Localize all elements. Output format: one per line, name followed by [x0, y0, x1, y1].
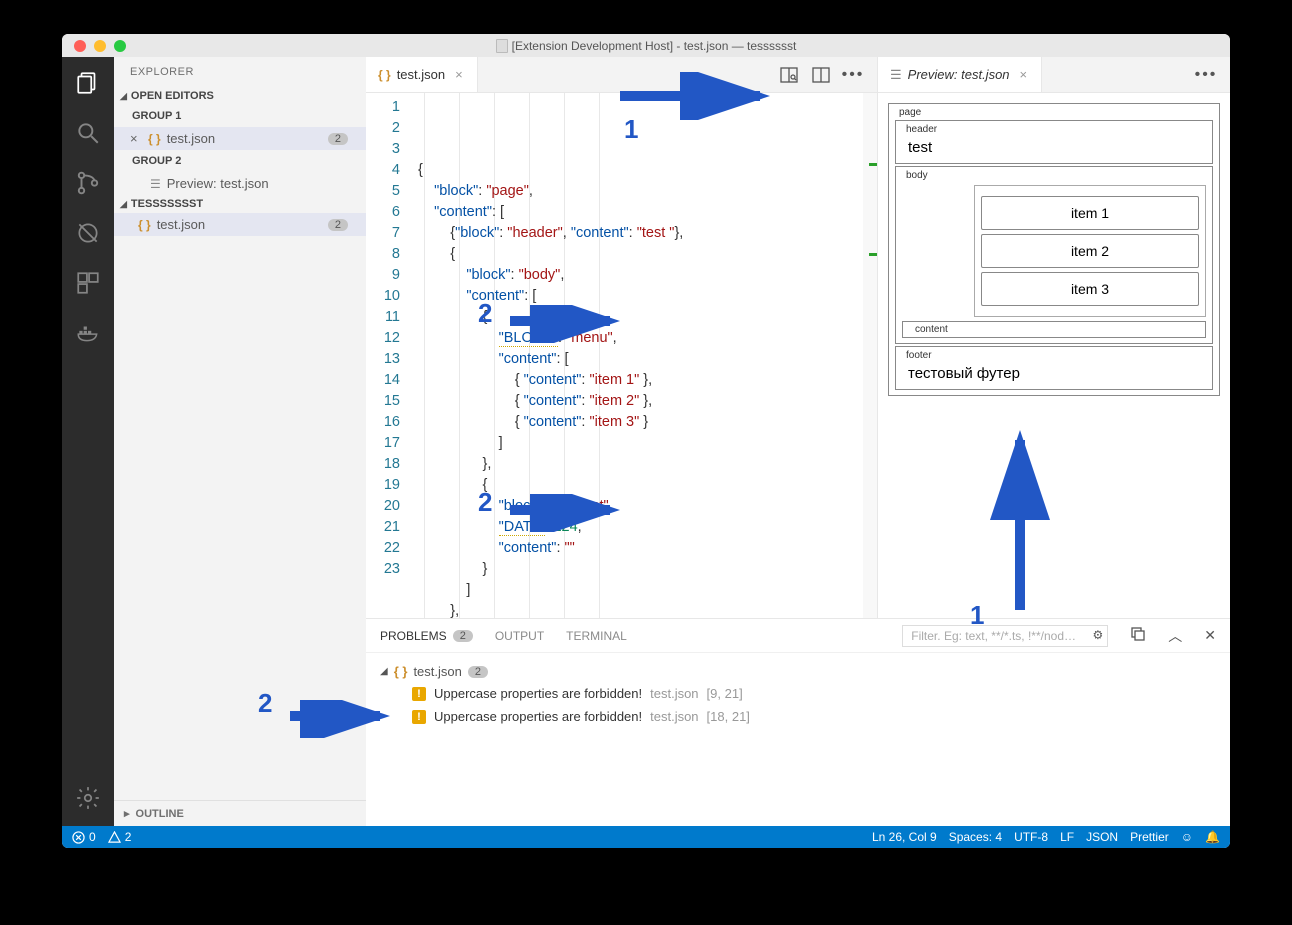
preview-header-block: header test — [895, 120, 1213, 164]
warning-icon: ! — [412, 687, 426, 701]
warning-icon: ! — [412, 710, 426, 724]
json-icon: { } — [148, 132, 161, 146]
document-icon — [496, 39, 508, 53]
open-editors-header[interactable]: ◢OPEN EDITORS — [114, 87, 366, 105]
tab-bar: ☰ Preview: test.json × ••• — [878, 57, 1230, 93]
problems-badge: 2 — [328, 133, 348, 145]
open-editor-file[interactable]: ☰ Preview: test.json — [114, 172, 366, 195]
maximize-window-button[interactable] — [114, 40, 126, 52]
problems-filter-input[interactable]: Filter. Eg: text, **/*.ts, !**/nod…⚙ — [902, 625, 1108, 647]
problems-tab[interactable]: PROBLEMS2 — [380, 629, 473, 643]
notifications-bell-icon[interactable]: 🔔 — [1205, 830, 1220, 844]
outline-section[interactable]: ▸OUTLINE — [114, 800, 366, 826]
status-warnings[interactable]: 2 — [108, 830, 132, 844]
split-editor-icon[interactable] — [811, 65, 831, 85]
close-tab-icon[interactable]: × — [1016, 67, 1032, 82]
json-icon: { } — [394, 664, 408, 679]
titlebar: [Extension Development Host] - test.json… — [62, 34, 1230, 57]
preview-item: item 2 — [981, 234, 1199, 268]
bottom-panel: PROBLEMS2 OUTPUT TERMINAL Filter. Eg: te… — [366, 618, 1230, 826]
source-control-icon[interactable] — [74, 169, 102, 197]
editor-group-1-label: GROUP 1 — [114, 105, 366, 127]
minimize-window-button[interactable] — [94, 40, 106, 52]
window-title: [Extension Development Host] - test.json… — [512, 39, 797, 53]
close-icon[interactable]: × — [130, 131, 138, 146]
explorer-icon[interactable] — [74, 69, 102, 97]
explorer-sidebar: EXPLORER ◢OPEN EDITORS GROUP 1 × { } tes… — [114, 57, 366, 826]
close-window-button[interactable] — [74, 40, 86, 52]
editor-group-1: { } test.json × ••• 1234567 — [366, 57, 878, 618]
preview-content-block: content — [902, 321, 1206, 338]
status-encoding[interactable]: UTF-8 — [1014, 830, 1048, 844]
terminal-tab[interactable]: TERMINAL — [566, 629, 627, 643]
editor-group-2-label: GROUP 2 — [114, 150, 366, 172]
more-actions-icon[interactable]: ••• — [1196, 65, 1216, 85]
activity-bar — [62, 57, 114, 826]
preview-pane: page header test body item 1 item 2 — [878, 93, 1230, 618]
chevron-down-icon: ◢ — [380, 666, 388, 677]
problems-badge: 2 — [328, 219, 348, 231]
preview-icon: ☰ — [150, 177, 161, 191]
status-bar: 0 2 Ln 26, Col 9 Spaces: 4 UTF-8 LF JSON… — [62, 826, 1230, 848]
editor-tab[interactable]: { } test.json × — [366, 57, 478, 92]
filter-gear-icon[interactable]: ⚙ — [1093, 628, 1104, 642]
feedback-smiley-icon[interactable]: ☺ — [1181, 830, 1193, 844]
search-icon[interactable] — [74, 119, 102, 147]
editor-group-2: ☰ Preview: test.json × ••• page header — [878, 57, 1230, 618]
problems-file-header[interactable]: ◢ { } test.json 2 — [380, 661, 1216, 682]
status-errors[interactable]: 0 — [72, 830, 96, 844]
output-tab[interactable]: OUTPUT — [495, 629, 544, 643]
open-editor-file[interactable]: × { } test.json 2 — [114, 127, 366, 150]
preview-body-block: body item 1 item 2 item 3 content — [895, 166, 1213, 344]
preview-footer-block: footer тестовый футер — [895, 346, 1213, 390]
status-language[interactable]: JSON — [1086, 830, 1118, 844]
chevron-down-icon: ◢ — [120, 199, 127, 210]
status-eol[interactable]: LF — [1060, 830, 1074, 844]
problem-item[interactable]: ! Uppercase properties are forbidden! te… — [380, 705, 1216, 728]
docker-icon[interactable] — [74, 319, 102, 347]
preview-icon: ☰ — [890, 67, 902, 83]
close-panel-icon[interactable]: ✕ — [1204, 627, 1216, 644]
minimap[interactable] — [863, 93, 877, 618]
tab-bar: { } test.json × ••• — [366, 57, 877, 93]
chevron-right-icon: ▸ — [124, 807, 130, 820]
more-actions-icon[interactable]: ••• — [843, 65, 863, 85]
status-spaces[interactable]: Spaces: 4 — [949, 830, 1002, 844]
sidebar-title: EXPLORER — [114, 57, 366, 87]
settings-gear-icon[interactable] — [74, 784, 102, 812]
preview-page-block: page header test body item 1 item 2 — [888, 103, 1220, 396]
status-formatter[interactable]: Prettier — [1130, 830, 1169, 844]
preview-item: item 3 — [981, 272, 1199, 306]
preview-item: item 1 — [981, 196, 1199, 230]
open-preview-icon[interactable] — [779, 65, 799, 85]
editor-area: { } test.json × ••• 1234567 — [366, 57, 1230, 826]
collapse-all-icon[interactable] — [1130, 626, 1146, 645]
json-icon: { } — [378, 68, 391, 82]
problem-item[interactable]: ! Uppercase properties are forbidden! te… — [380, 682, 1216, 705]
extensions-icon[interactable] — [74, 269, 102, 297]
json-icon: { } — [138, 218, 151, 232]
debug-icon[interactable] — [74, 219, 102, 247]
preview-tab[interactable]: ☰ Preview: test.json × — [878, 57, 1042, 92]
status-cursor[interactable]: Ln 26, Col 9 — [872, 830, 937, 844]
chevron-down-icon: ◢ — [120, 91, 127, 102]
code-editor[interactable]: 1234567891011121314151617181920212223 { … — [366, 93, 877, 618]
workspace-header[interactable]: ◢TESSSSSSST — [114, 195, 366, 213]
chevron-up-icon[interactable]: ︿ — [1168, 626, 1182, 646]
line-gutter: 1234567891011121314151617181920212223 — [366, 93, 414, 618]
close-tab-icon[interactable]: × — [451, 67, 467, 82]
workspace-file[interactable]: { } test.json 2 — [114, 213, 366, 236]
